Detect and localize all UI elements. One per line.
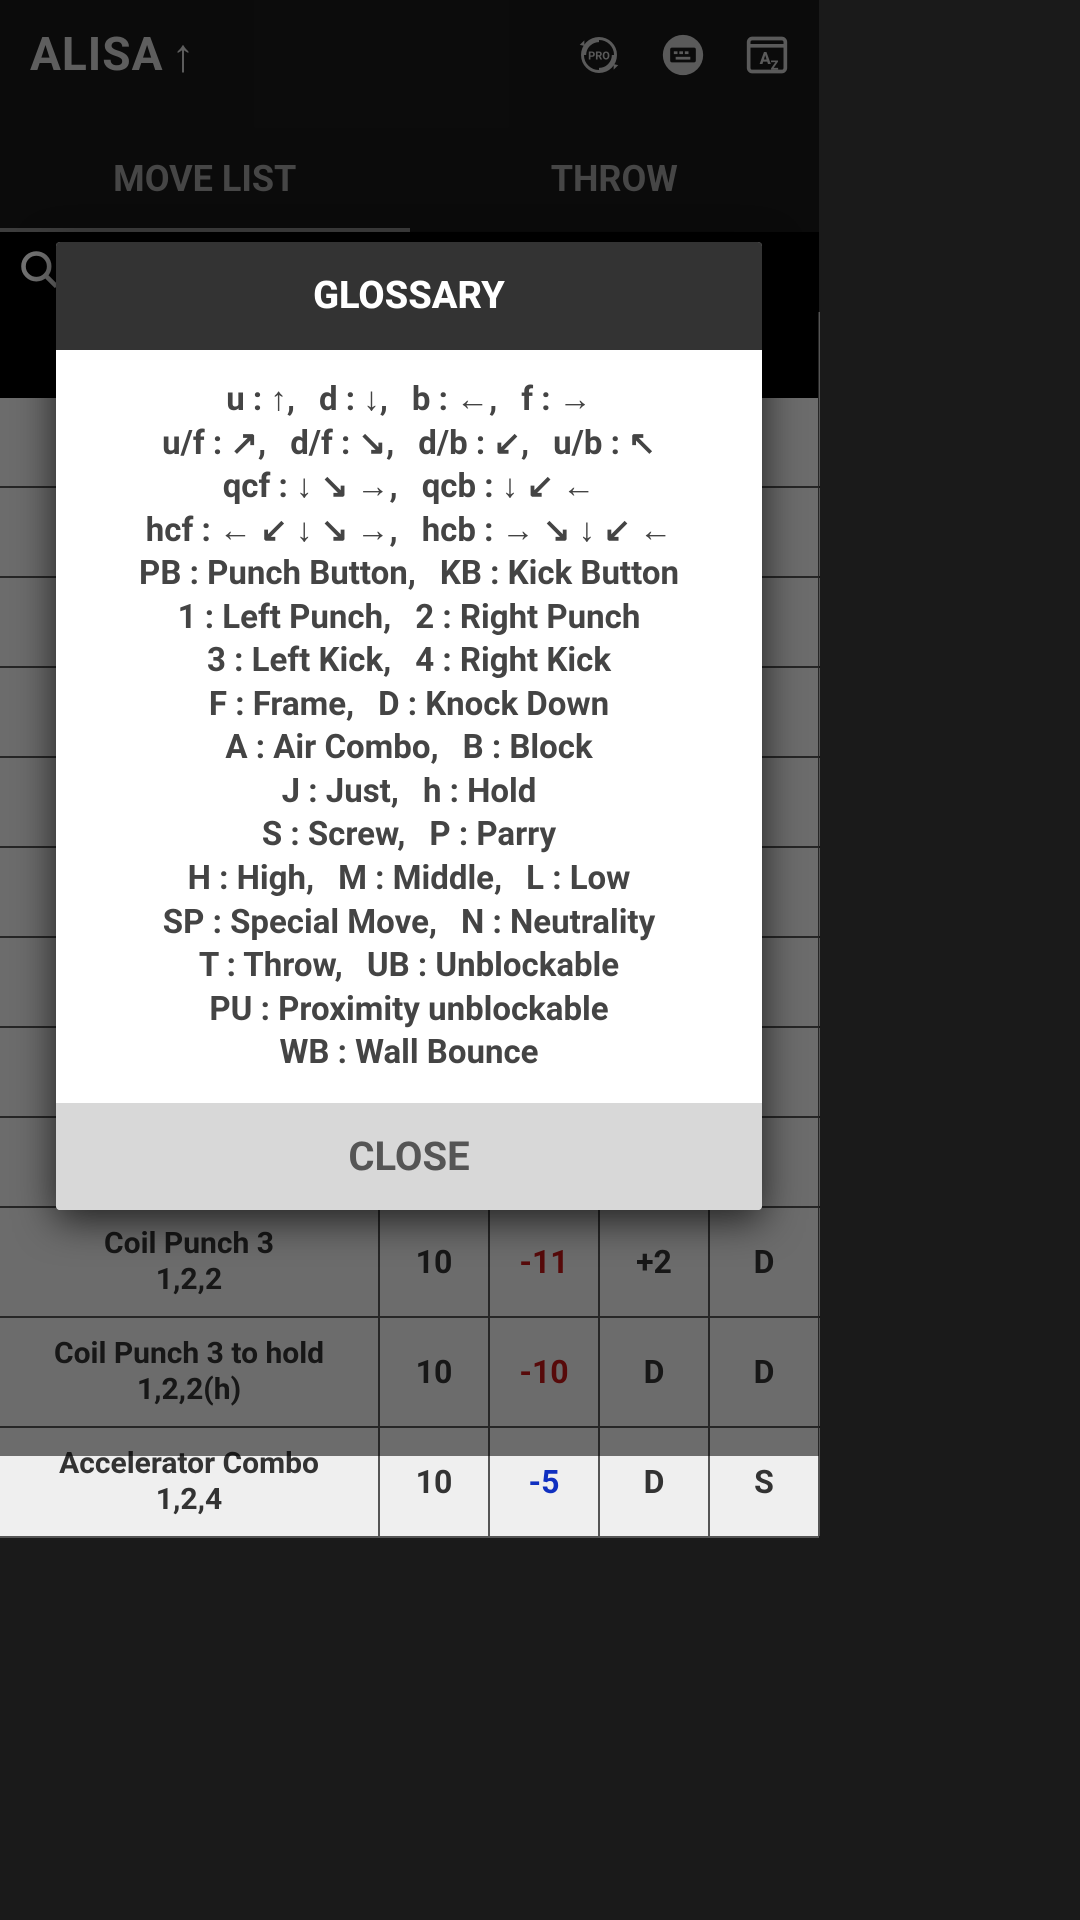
glossary-term: B : Block: [463, 728, 593, 767]
glossary-term: d/f : ↘,: [290, 424, 394, 463]
glossary-term: L : Low: [526, 859, 630, 898]
glossary-line: 1 : Left Punch, 2 : Right Punch: [82, 596, 736, 640]
glossary-term: qcf : ↓ ↘ →,: [223, 467, 398, 506]
glossary-term: KB : Kick Button: [440, 554, 679, 593]
glossary-line: u : ↑, d : ↓, b : ←, f : →: [82, 378, 736, 422]
glossary-term: d : ↓,: [319, 380, 388, 419]
glossary-term: SP : Special Move,: [163, 903, 437, 942]
glossary-line: A : Air Combo, B : Block: [82, 726, 736, 770]
glossary-line: hcf : ← ↙ ↓ ↘ →, hcb : → ↘ ↓ ↙ ←: [82, 509, 736, 553]
glossary-line: S : Screw, P : Parry: [82, 813, 736, 857]
glossary-term: hcb : → ↘ ↓ ↙ ←: [422, 511, 673, 550]
glossary-line: F : Frame, D : Knock Down: [82, 683, 736, 727]
glossary-term: PU : Proximity unblockable: [209, 990, 608, 1029]
glossary-term: b : ←,: [412, 380, 497, 419]
glossary-term: 1 : Left Punch,: [178, 598, 392, 637]
glossary-term: f : →: [521, 380, 592, 419]
glossary-term: u/b : ↖: [553, 424, 656, 463]
glossary-term: D : Knock Down: [378, 685, 609, 724]
glossary-dialog: GLOSSARY u : ↑,d : ↓,b : ←,f : →u/f : ↗,…: [56, 242, 762, 1210]
glossary-line: SP : Special Move, N : Neutrality: [82, 901, 736, 945]
glossary-line: qcf : ↓ ↘ →, qcb : ↓ ↙ ←: [82, 465, 736, 509]
glossary-term: u/f : ↗,: [162, 424, 266, 463]
glossary-term: hcf : ← ↙ ↓ ↘ →,: [146, 511, 398, 550]
glossary-term: WB : Wall Bounce: [280, 1033, 539, 1072]
glossary-line: WB : Wall Bounce: [82, 1031, 736, 1075]
dialog-title: GLOSSARY: [56, 242, 762, 350]
glossary-term: h : Hold: [423, 772, 536, 811]
glossary-term: 2 : Right Punch: [415, 598, 640, 637]
glossary-term: J : Just,: [282, 772, 399, 811]
glossary-term: T : Throw,: [199, 946, 343, 985]
glossary-line: 3 : Left Kick, 4 : Right Kick: [82, 639, 736, 683]
glossary-term: A : Air Combo,: [225, 728, 438, 767]
glossary-line: PB : Punch Button, KB : Kick Button: [82, 552, 736, 596]
glossary-line: J : Just, h : Hold: [82, 770, 736, 814]
glossary-term: M : Middle,: [338, 859, 502, 898]
glossary-term: u : ↑,: [226, 380, 295, 419]
glossary-body: u : ↑, d : ↓, b : ←, f : → u/f : ↗, d/f : ↘, d…: [56, 350, 762, 1103]
glossary-term: S : Screw,: [262, 815, 406, 854]
close-button[interactable]: CLOSE: [56, 1103, 762, 1210]
glossary-term: d/b : ↙,: [418, 424, 529, 463]
glossary-term: UB : Unblockable: [367, 946, 619, 985]
glossary-line: H : High, M : Middle, L : Low: [82, 857, 736, 901]
glossary-term: H : High,: [188, 859, 315, 898]
glossary-line: T : Throw, UB : Unblockable: [82, 944, 736, 988]
glossary-term: 4 : Right Kick: [415, 641, 611, 680]
glossary-line: u/f : ↗, d/f : ↘, d/b : ↙, u/b : ↖: [82, 422, 736, 466]
glossary-line: PU : Proximity unblockable: [82, 988, 736, 1032]
glossary-term: PB : Punch Button,: [139, 554, 416, 593]
glossary-term: F : Frame,: [209, 685, 354, 724]
glossary-term: P : Parry: [429, 815, 556, 854]
glossary-term: N : Neutrality: [461, 903, 655, 942]
glossary-term: 3 : Left Kick,: [207, 641, 391, 680]
glossary-term: qcb : ↓ ↙ ←: [422, 467, 596, 506]
